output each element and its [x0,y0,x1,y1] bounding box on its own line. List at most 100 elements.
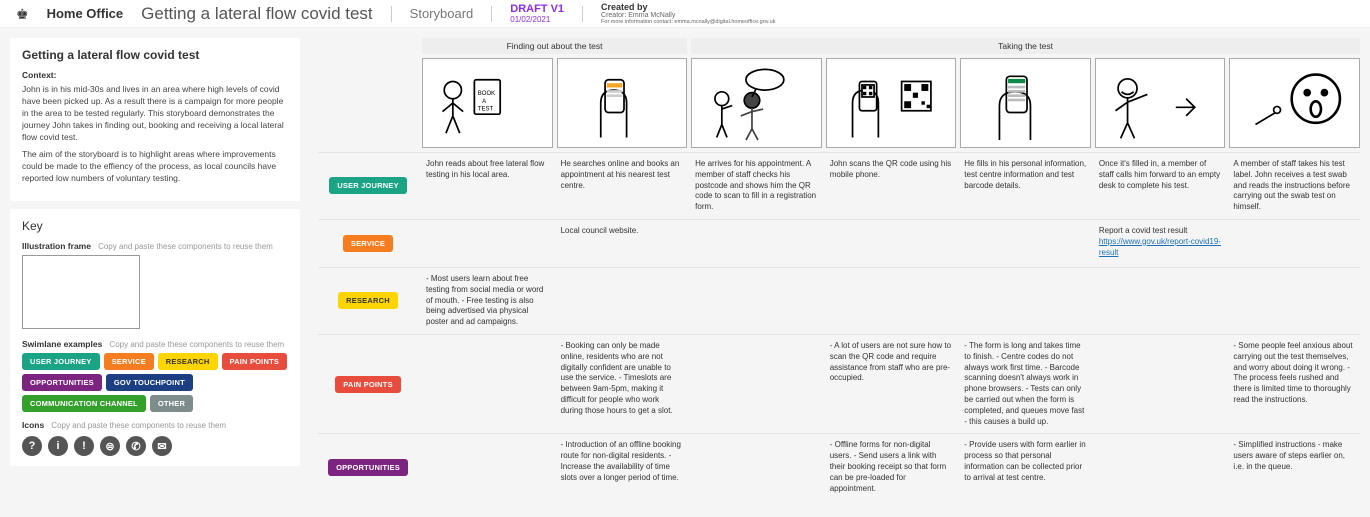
cell [422,335,553,433]
cell: Once it's filled in, a member of staff c… [1095,153,1226,219]
illustration-row: BOOK A TEST [318,58,1360,148]
illustration-label: Illustration frame Copy and paste these … [22,241,288,251]
cell: - A lot of users are not sure how to sca… [826,335,957,433]
divider [491,6,492,22]
context-panel: Getting a lateral flow covid test Contex… [10,38,300,201]
app-header: ♚ Home Office Getting a lateral flow cov… [0,0,1370,28]
cell: - Simplified instructions - make users a… [1229,434,1360,500]
cell [422,220,553,267]
cell: - Most users learn about free testing fr… [422,268,553,334]
divider [582,6,583,22]
cell [826,220,957,267]
key-panel: Key Illustration frame Copy and paste th… [10,209,300,466]
icon-row: ? i ! ⊜ ✆ ✉ [22,436,288,456]
storyboard-board: Finding out about the test Taking the te… [318,38,1360,500]
cell: A member of staff takes his test label. … [1229,153,1360,219]
column-groups: Finding out about the test Taking the te… [318,38,1360,54]
swimlane-tags: USER JOURNEY SERVICE RESEARCH PAIN POINT… [22,353,288,412]
lane-research: RESEARCH - Most users learn about free t… [318,267,1360,334]
crest-icon: ♚ [16,7,29,21]
cell-service-link[interactable]: Report a covid test result https://www.g… [1095,220,1226,267]
tag-other[interactable]: OTHER [150,395,193,412]
cell: John reads about free lateral flow testi… [422,153,553,219]
cell [557,268,688,334]
cell [691,268,822,334]
created-label: Created by [601,2,775,12]
cell: He arrives for his appointment. A member… [691,153,822,219]
cell [826,268,957,334]
cell: John scans the QR code using his mobile … [826,153,957,219]
cell [691,220,822,267]
cell: - Offline forms for non-digital users. -… [826,434,957,500]
cell [1229,220,1360,267]
created-block: Created by Creator: Emma McNally For mor… [601,2,775,25]
frame-1[interactable]: BOOK A TEST [422,58,553,148]
context-label: Context: [22,70,288,80]
cell [1095,268,1226,334]
tag-research[interactable]: RESEARCH [158,353,218,370]
info-icon[interactable]: i [48,436,68,456]
divider [391,6,392,22]
svg-text:TEST: TEST [478,107,494,113]
print-icon[interactable]: ⊜ [100,436,120,456]
frame-5[interactable] [960,58,1091,148]
svg-text:BOOK: BOOK [478,91,495,97]
group-finding-out: Finding out about the test [422,38,687,54]
report-result-link: https://www.gov.uk/report-covid19-result [1099,237,1221,257]
cell: He fills in his personal information, te… [960,153,1091,219]
cell [691,335,822,433]
frame-2[interactable] [557,58,688,148]
tag-communication-channel[interactable]: COMMUNICATION CHANNEL [22,395,146,412]
mail-icon[interactable]: ✉ [152,436,172,456]
alert-icon[interactable]: ! [74,436,94,456]
lane-label-research: RESEARCH [338,292,398,309]
cell: - The form is long and takes time to fin… [960,335,1091,433]
cell: - Provide users with form earlier in pro… [960,434,1091,500]
illustration-frame-sample[interactable] [22,255,140,329]
context-text-2: The aim of the storyboard is to highligh… [22,149,288,185]
cell: - Some people feel anxious about carryin… [1229,335,1360,433]
svg-text:A: A [482,99,486,105]
context-title: Getting a lateral flow covid test [22,48,288,62]
creator-name: Creator: Emma McNally [601,12,775,19]
frame-4[interactable] [826,58,957,148]
lane-opportunities: OPPORTUNITIES - Introduction of an offli… [318,433,1360,500]
lane-label-pain-points: PAIN POINTS [335,376,401,393]
tag-opportunities[interactable]: OPPORTUNITIES [22,374,102,391]
cell [1229,268,1360,334]
tag-gov-touchpoint[interactable]: GOV TOUCHPOINT [106,374,193,391]
lane-label-opportunities: OPPORTUNITIES [328,459,408,476]
cell [960,220,1091,267]
cell [1095,434,1226,500]
frame-7[interactable] [1229,58,1360,148]
group-taking-test: Taking the test [691,38,1360,54]
doc-type: Storyboard [410,6,474,21]
sidebar: Getting a lateral flow covid test Contex… [10,38,300,500]
cell: - Booking can only be made online, resid… [557,335,688,433]
tag-service[interactable]: SERVICE [104,353,154,370]
draft-date: 01/02/2021 [510,15,564,24]
cell: Local council website. [557,220,688,267]
cell [691,434,822,500]
key-title: Key [22,219,288,233]
lane-label-user-journey: USER JOURNEY [329,177,407,194]
lane-user-journey: USER JOURNEY John reads about free later… [318,152,1360,219]
cell [422,434,553,500]
context-text-1: John is in his mid-30s and lives in an a… [22,84,288,143]
cell: He searches online and books an appointm… [557,153,688,219]
page-title: Getting a lateral flow covid test [141,4,373,24]
swimlane-label: Swimlane examples Copy and paste these c… [22,339,288,349]
tag-pain-points[interactable]: PAIN POINTS [222,353,288,370]
icons-label: Icons Copy and paste these components to… [22,420,288,430]
lane-label-service: SERVICE [343,235,393,252]
frame-6[interactable] [1095,58,1226,148]
phone-icon[interactable]: ✆ [126,436,146,456]
org-name: Home Office [47,6,124,21]
cell [1095,335,1226,433]
help-icon[interactable]: ? [22,436,42,456]
frame-3[interactable] [691,58,822,148]
draft-block: DRAFT V1 01/02/2021 [510,3,564,24]
lane-pain-points: PAIN POINTS - Booking can only be made o… [318,334,1360,433]
tag-user-journey[interactable]: USER JOURNEY [22,353,100,370]
cell: - Introduction of an offline booking rou… [557,434,688,500]
